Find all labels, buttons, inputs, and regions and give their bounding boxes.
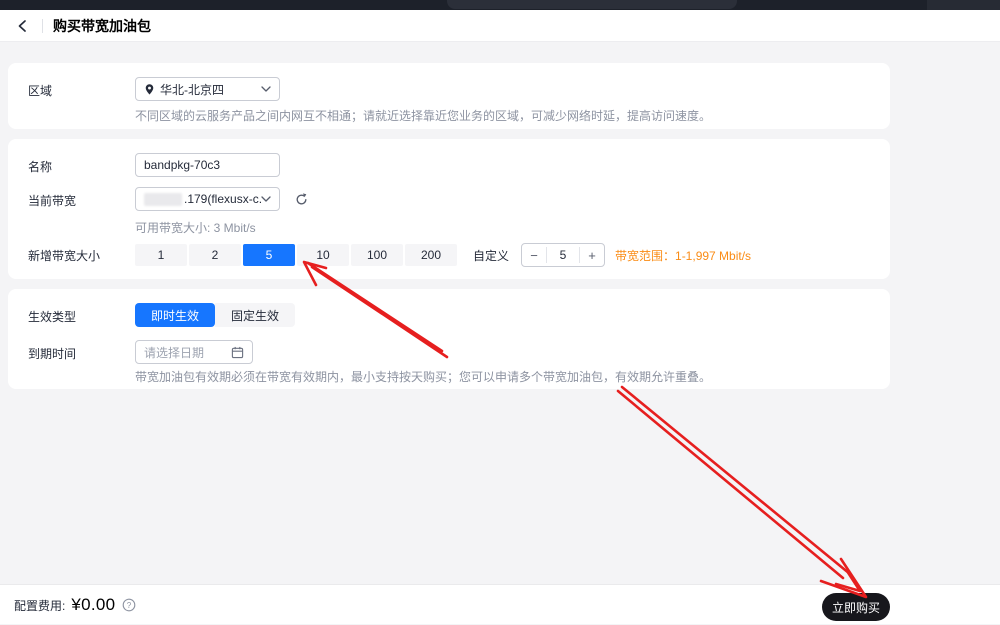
header-divider bbox=[42, 18, 43, 33]
expire-date-picker[interactable]: 请选择日期 bbox=[135, 340, 253, 364]
new-bandwidth-size-label: 新增带宽大小 bbox=[28, 249, 101, 263]
current-bandwidth-select[interactable]: .179(flexusx-c... bbox=[135, 187, 280, 211]
size-option-2[interactable]: 2 bbox=[189, 244, 241, 266]
cost-value: ¥0.00 bbox=[71, 595, 116, 614]
cost-help-button[interactable]: ? bbox=[122, 598, 136, 612]
size-option-200[interactable]: 200 bbox=[405, 244, 457, 266]
stepper-value[interactable]: 5 bbox=[546, 247, 581, 263]
region-hint: 不同区域的云服务产品之间内网互不相通；请就近选择靠近您业务的区域，可减少网络时延… bbox=[135, 109, 712, 123]
browser-top-bar bbox=[0, 0, 1000, 10]
size-option-5-selected[interactable]: 5 bbox=[243, 244, 295, 266]
back-button[interactable] bbox=[14, 17, 32, 35]
effect-type-immediate[interactable]: 即时生效 bbox=[135, 303, 216, 327]
size-option-100[interactable]: 100 bbox=[351, 244, 403, 266]
chevron-down-icon bbox=[261, 196, 271, 202]
expire-hint: 带宽加油包有效期必须在带宽有效期内，最小支持按天购买；您可以申请多个带宽加油包，… bbox=[135, 370, 712, 384]
available-bandwidth-hint: 可用带宽大小: 3 Mbit/s bbox=[135, 221, 256, 235]
custom-size-stepper: − 5 + bbox=[521, 243, 606, 267]
footer-bar: 配置费用: ¥0.00 ? 立即购买 bbox=[0, 584, 1000, 624]
expire-time-label: 到期时间 bbox=[28, 347, 77, 361]
region-select[interactable]: 华北-北京四 bbox=[135, 77, 280, 101]
date-placeholder: 请选择日期 bbox=[144, 345, 205, 360]
redacted-ip-text bbox=[144, 192, 182, 206]
chevron-down-icon bbox=[261, 86, 271, 92]
custom-label: 自定义 bbox=[473, 248, 510, 263]
browser-addressbar-sliver bbox=[447, 0, 737, 9]
page-title: 购买带宽加油包 bbox=[53, 17, 151, 34]
svg-text:?: ? bbox=[127, 601, 132, 610]
buy-now-button[interactable]: 立即购买 bbox=[822, 593, 890, 621]
effect-card: 生效类型 即时生效 固定生效 到期时间 请选择日期 带宽加油包有效期必须在带宽有… bbox=[8, 289, 890, 389]
refresh-icon bbox=[296, 192, 306, 204]
effect-type-label: 生效类型 bbox=[28, 310, 77, 324]
cost-summary: 配置费用: ¥0.00 ? bbox=[14, 585, 136, 625]
name-input-value: bandpkg-70c3 bbox=[144, 158, 221, 172]
help-icon: ? bbox=[123, 598, 136, 612]
page-header: 购买带宽加油包 bbox=[0, 10, 1000, 42]
cost-label: 配置费用: bbox=[14, 598, 66, 613]
region-label: 区域 bbox=[28, 84, 53, 98]
stepper-plus-button[interactable]: + bbox=[580, 244, 604, 266]
region-card: 区域 华北-北京四 不同区域的云服务产品之间内网互不相通；请就近选择靠近您业务的… bbox=[8, 63, 890, 129]
bandwidth-size-options: 1 2 5 10 100 200 自定义 − 5 + 带宽范围：1-1,997 … bbox=[135, 243, 751, 267]
stepper-minus-button[interactable]: − bbox=[522, 244, 546, 266]
location-pin-icon bbox=[145, 83, 154, 95]
effect-type-toggle: 即时生效 固定生效 bbox=[135, 303, 296, 327]
back-chevron-icon bbox=[18, 19, 26, 32]
current-bandwidth-value: .179(flexusx-c... bbox=[184, 192, 261, 206]
effect-type-fixed[interactable]: 固定生效 bbox=[215, 303, 296, 327]
arrow-to-buy-button bbox=[616, 385, 868, 599]
size-option-10[interactable]: 10 bbox=[297, 244, 349, 266]
browser-top-right-sliver bbox=[927, 0, 1000, 10]
config-card: 名称 bandpkg-70c3 当前带宽 .179(flexusx-c... 可… bbox=[8, 139, 890, 279]
calendar-icon bbox=[231, 346, 244, 359]
current-bandwidth-label: 当前带宽 bbox=[28, 194, 77, 208]
bandwidth-range-hint: 带宽范围：1-1,997 Mbit/s bbox=[615, 248, 752, 263]
refresh-button[interactable] bbox=[292, 190, 310, 208]
name-input[interactable]: bandpkg-70c3 bbox=[135, 153, 280, 177]
region-select-value: 华北-北京四 bbox=[160, 82, 224, 97]
size-option-1[interactable]: 1 bbox=[135, 244, 187, 266]
name-label: 名称 bbox=[28, 160, 53, 174]
